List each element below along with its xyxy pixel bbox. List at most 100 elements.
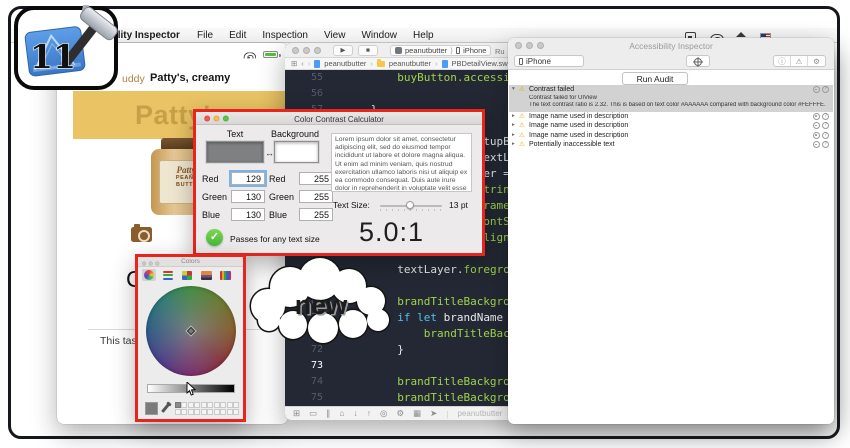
spectrum-mode-icon[interactable] xyxy=(199,269,213,281)
swatch-cell[interactable] xyxy=(201,402,207,408)
settings-icon[interactable]: ⚙ xyxy=(808,56,825,66)
swatch-cell[interactable] xyxy=(201,409,207,415)
debug-icon[interactable]: ▦ xyxy=(413,408,421,419)
run-button[interactable]: ▶ xyxy=(333,45,353,56)
eye-icon[interactable] xyxy=(813,132,820,139)
swatch-cell[interactable] xyxy=(175,402,181,408)
debug-icon[interactable]: ↓ xyxy=(354,408,358,419)
audit-selected-block[interactable]: ▾⚠Contrast failed?Contrast failed for UI… xyxy=(509,85,833,112)
debug-icon[interactable]: ⚙ xyxy=(396,408,404,419)
target-device-selector[interactable]: iPhone xyxy=(514,55,584,67)
text-blue-input[interactable] xyxy=(231,208,265,221)
sliders-mode-icon[interactable] xyxy=(161,269,175,281)
help-icon[interactable]: ? xyxy=(822,86,829,93)
debug-icon[interactable]: ↑ xyxy=(367,408,371,419)
text-color-swatch[interactable] xyxy=(206,141,264,163)
menu-item-window[interactable]: Window xyxy=(361,28,397,43)
disclosure-icon[interactable]: ▸ xyxy=(512,140,515,150)
camera-icon[interactable] xyxy=(131,227,152,242)
saved-swatches-grid[interactable] xyxy=(175,402,239,415)
text-red-input[interactable] xyxy=(231,172,265,185)
audit-row[interactable]: ▸⚠Potentially inaccessible text? xyxy=(509,140,833,150)
mouse-cursor xyxy=(186,382,196,401)
swatch-cell[interactable] xyxy=(188,409,194,415)
text-green-input[interactable] xyxy=(231,190,265,203)
color-wheel-mode-icon[interactable] xyxy=(142,269,156,281)
inspector-toolbar: iPhone ⓘ ⚠ ⚙ xyxy=(508,52,834,70)
debug-process-label: peanutbutter xyxy=(457,409,502,418)
eyedropper-icon[interactable] xyxy=(161,403,169,412)
eye-icon[interactable] xyxy=(813,86,820,93)
related-items-icon[interactable]: ⊞ xyxy=(291,59,297,68)
line-number: 75 xyxy=(285,390,323,406)
audit-row[interactable]: ▸⚠Image name used in description? xyxy=(509,131,833,141)
menu-item-help[interactable]: Help xyxy=(413,28,434,43)
element-inspection-button[interactable] xyxy=(686,55,710,67)
help-icon[interactable]: ? xyxy=(822,141,829,148)
breadcrumb-project[interactable]: peanutbutter xyxy=(324,59,366,68)
debug-icon[interactable]: ▭ xyxy=(309,408,317,419)
help-icon[interactable]: ? xyxy=(822,132,829,139)
swatch-cell[interactable] xyxy=(220,409,226,415)
swatch-cell[interactable] xyxy=(175,409,181,415)
breadcrumb-group[interactable]: peanutbutter xyxy=(389,59,431,68)
back-button[interactable]: uddy xyxy=(122,73,145,85)
back-chevron-icon[interactable]: ‹ xyxy=(301,59,304,68)
swatch-cell[interactable] xyxy=(188,402,194,408)
swatch-cell[interactable] xyxy=(220,402,226,408)
palettes-mode-icon[interactable] xyxy=(180,269,194,281)
swatch-cell[interactable] xyxy=(214,402,220,408)
audit-row[interactable]: ▸⚠Image name used in description? xyxy=(509,112,833,122)
swatch-cell[interactable] xyxy=(233,402,239,408)
swatch-cell[interactable] xyxy=(194,409,200,415)
debug-icon[interactable]: ∥ xyxy=(326,408,330,419)
xcode-traffic-lights[interactable] xyxy=(292,47,321,54)
eye-icon[interactable] xyxy=(813,122,820,129)
disclosure-icon[interactable]: ▸ xyxy=(512,121,515,131)
menu-item-file[interactable]: File xyxy=(197,28,213,43)
text-blue-label: Blue xyxy=(202,210,220,220)
menu-item-view[interactable]: View xyxy=(324,28,346,43)
debug-icon[interactable]: ◎ xyxy=(380,408,387,419)
breadcrumb-file[interactable]: PBDetailView.swift xyxy=(452,59,514,68)
swatch-cell[interactable] xyxy=(181,402,187,408)
debug-icon[interactable]: ⌂ xyxy=(339,408,344,419)
slider-thumb[interactable] xyxy=(406,201,414,209)
info-icon[interactable]: ⓘ xyxy=(774,56,791,66)
menu-item-edit[interactable]: Edit xyxy=(229,28,246,43)
run-audit-button[interactable]: Run Audit xyxy=(622,72,688,85)
audit-row[interactable]: ▸⚠Image name used in description? xyxy=(509,121,833,131)
help-icon[interactable]: ? xyxy=(822,113,829,120)
swatch-cell[interactable] xyxy=(207,409,213,415)
pass-check-icon: ✓ xyxy=(206,229,223,246)
warning-icon[interactable]: ⚠ xyxy=(791,56,808,66)
debug-icon[interactable]: ➤ xyxy=(430,408,437,419)
bg-green-input[interactable] xyxy=(299,190,333,203)
disclosure-icon[interactable]: ▸ xyxy=(512,112,515,122)
bg-red-input[interactable] xyxy=(299,172,333,185)
eye-icon[interactable] xyxy=(813,113,820,120)
bg-blue-input[interactable] xyxy=(299,208,333,221)
disclosure-icon[interactable]: ▸ xyxy=(512,131,515,141)
debug-icon[interactable]: ⊞ xyxy=(293,408,300,419)
disclosure-icon[interactable]: ▾ xyxy=(512,85,515,95)
audit-title: Image name used in description xyxy=(529,131,628,141)
forward-chevron-icon[interactable]: › xyxy=(308,59,311,68)
inspector-mode-segmented-control[interactable]: ⓘ ⚠ ⚙ xyxy=(773,55,826,67)
swatch-cell[interactable] xyxy=(214,409,220,415)
eye-icon[interactable] xyxy=(813,141,820,148)
help-icon[interactable]: ? xyxy=(822,122,829,129)
swatch-cell[interactable] xyxy=(194,402,200,408)
background-color-swatch[interactable] xyxy=(274,141,319,163)
swatch-cell[interactable] xyxy=(227,402,233,408)
swatch-cell[interactable] xyxy=(233,409,239,415)
swatch-cell[interactable] xyxy=(181,409,187,415)
stop-button[interactable]: ■ xyxy=(358,45,378,56)
menu-item-inspection[interactable]: Inspection xyxy=(262,28,308,43)
scheme-selector[interactable]: peanutbutter ⟩ iPhone xyxy=(390,45,491,56)
swatch-cell[interactable] xyxy=(207,402,213,408)
audit-row[interactable]: ▾⚠Contrast failed? xyxy=(509,85,833,95)
pencils-mode-icon[interactable] xyxy=(218,269,232,281)
swatch-cell[interactable] xyxy=(227,409,233,415)
current-color-swatch[interactable] xyxy=(145,402,158,415)
